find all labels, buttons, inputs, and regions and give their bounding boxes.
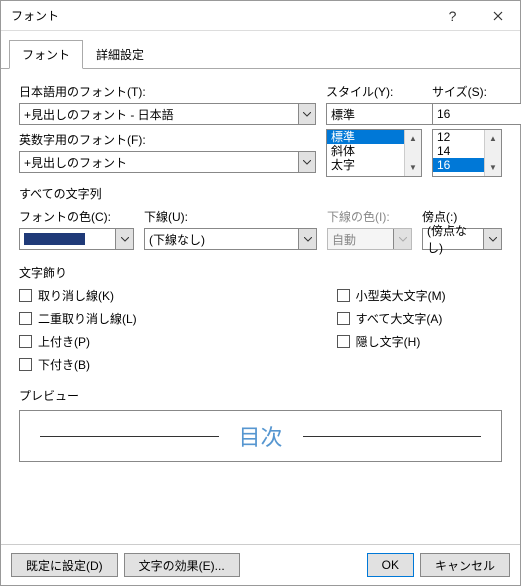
set-default-button[interactable]: 既定に設定(D) [11,553,118,577]
style-scrollbar[interactable]: ▲ ▼ [404,130,421,176]
titlebar: フォント ? [1,1,520,31]
checkbox-label: 隠し文字(H) [356,333,421,350]
style-label: スタイル(Y): [326,83,422,100]
chevron-down-icon [303,160,311,165]
checkbox-box [19,289,32,302]
checkbox-allcaps[interactable]: すべて大文字(A) [337,310,446,327]
underline-label: 下線(U): [144,208,317,225]
checkbox-box [19,358,32,371]
preview-text: 目次 [219,420,303,452]
size-listbox[interactable]: 12 14 16 ▲ ▼ [432,129,502,177]
scroll-down-icon[interactable]: ▼ [405,159,421,176]
checkbox-label: 小型英大文字(M) [356,287,446,304]
emphasis-dropdown[interactable]: (傍点なし) [422,228,502,250]
checkbox-box [337,312,350,325]
tab-font[interactable]: フォント [9,40,83,69]
tab-advanced[interactable]: 詳細設定 [83,40,157,69]
ulcolor-label: 下線の色(I): [327,208,412,225]
close-icon [493,11,503,21]
scroll-track[interactable] [405,147,421,159]
close-button[interactable] [475,2,520,30]
window-title: フォント [11,7,430,24]
en-font-label: 英数字用のフォント(F): [19,131,316,148]
dropdown-arrow[interactable] [298,229,316,249]
fontcolor-dropdown[interactable] [19,228,134,250]
jp-font-combo[interactable] [19,103,316,125]
chevron-down-icon [303,112,311,117]
fontcolor-swatch [24,233,85,245]
allchars-label: すべての文字列 [19,185,502,202]
scroll-down-icon[interactable]: ▼ [485,159,501,176]
size-label: サイズ(S): [432,83,502,100]
tab-bar: フォント 詳細設定 [1,31,520,69]
checkbox-label: 二重取り消し線(L) [38,310,137,327]
checkbox-label: すべて大文字(A) [356,310,443,327]
help-button[interactable]: ? [430,2,475,30]
fontcolor-label: フォントの色(C): [19,208,134,225]
ulcolor-value: 自動 [328,229,393,249]
checkbox-label: 取り消し線(K) [38,287,114,304]
en-font-dropdown-arrow[interactable] [298,151,316,173]
scroll-track[interactable] [485,147,501,159]
dropdown-arrow[interactable] [115,229,133,249]
size-scrollbar[interactable]: ▲ ▼ [484,130,501,176]
checkbox-box [19,335,32,348]
en-font-combo[interactable] [19,151,316,173]
checkbox-sup[interactable]: 上付き(P) [19,333,137,350]
checkbox-sub[interactable]: 下付き(B) [19,356,137,373]
size-combo[interactable] [432,103,502,125]
dialog-footer: 既定に設定(D) 文字の効果(E)... OK キャンセル [1,544,520,585]
style-combo[interactable] [326,103,422,125]
checkbox-dstrike[interactable]: 二重取り消し線(L) [19,310,137,327]
checkbox-label: 上付き(P) [38,333,90,350]
style-listbox[interactable]: 標準 斜体 太字 ▲ ▼ [326,129,422,177]
scroll-up-icon[interactable]: ▲ [405,130,421,147]
chevron-down-icon [304,237,312,242]
chevron-down-icon [489,237,497,242]
jp-font-label: 日本語用のフォント(T): [19,83,316,100]
preview-line [40,436,219,437]
checkbox-smallcaps[interactable]: 小型英大文字(M) [337,287,446,304]
underline-dropdown[interactable]: (下線なし) [144,228,317,250]
cancel-button[interactable]: キャンセル [420,553,510,577]
tab-content: 日本語用のフォント(T): 英数字用のフォント(F): スタイル(Y): [1,69,520,544]
checkbox-hidden[interactable]: 隠し文字(H) [337,333,446,350]
text-effects-button[interactable]: 文字の効果(E)... [124,553,240,577]
dropdown-arrow[interactable] [483,229,501,249]
preview-box: 目次 [19,410,502,462]
preview-line [303,436,482,437]
checkbox-box [337,335,350,348]
preview-label: プレビュー [19,387,502,404]
scroll-up-icon[interactable]: ▲ [485,130,501,147]
checkbox-strike[interactable]: 取り消し線(K) [19,287,137,304]
en-font-input[interactable] [19,151,298,173]
ok-button[interactable]: OK [367,553,414,577]
decoration-label: 文字飾り [19,264,502,281]
dropdown-arrow [393,229,411,249]
ulcolor-dropdown: 自動 [327,228,412,250]
jp-font-dropdown-arrow[interactable] [298,103,316,125]
jp-font-input[interactable] [19,103,298,125]
checkbox-box [19,312,32,325]
emphasis-value: (傍点なし) [423,229,483,249]
chevron-down-icon [399,237,407,242]
chevron-down-icon [121,237,129,242]
size-input[interactable] [432,103,521,125]
checkbox-label: 下付き(B) [38,356,90,373]
font-dialog: フォント ? フォント 詳細設定 日本語用のフォント(T): 英数字用のフォント… [0,0,521,586]
checkbox-box [337,289,350,302]
underline-value: (下線なし) [145,229,298,249]
